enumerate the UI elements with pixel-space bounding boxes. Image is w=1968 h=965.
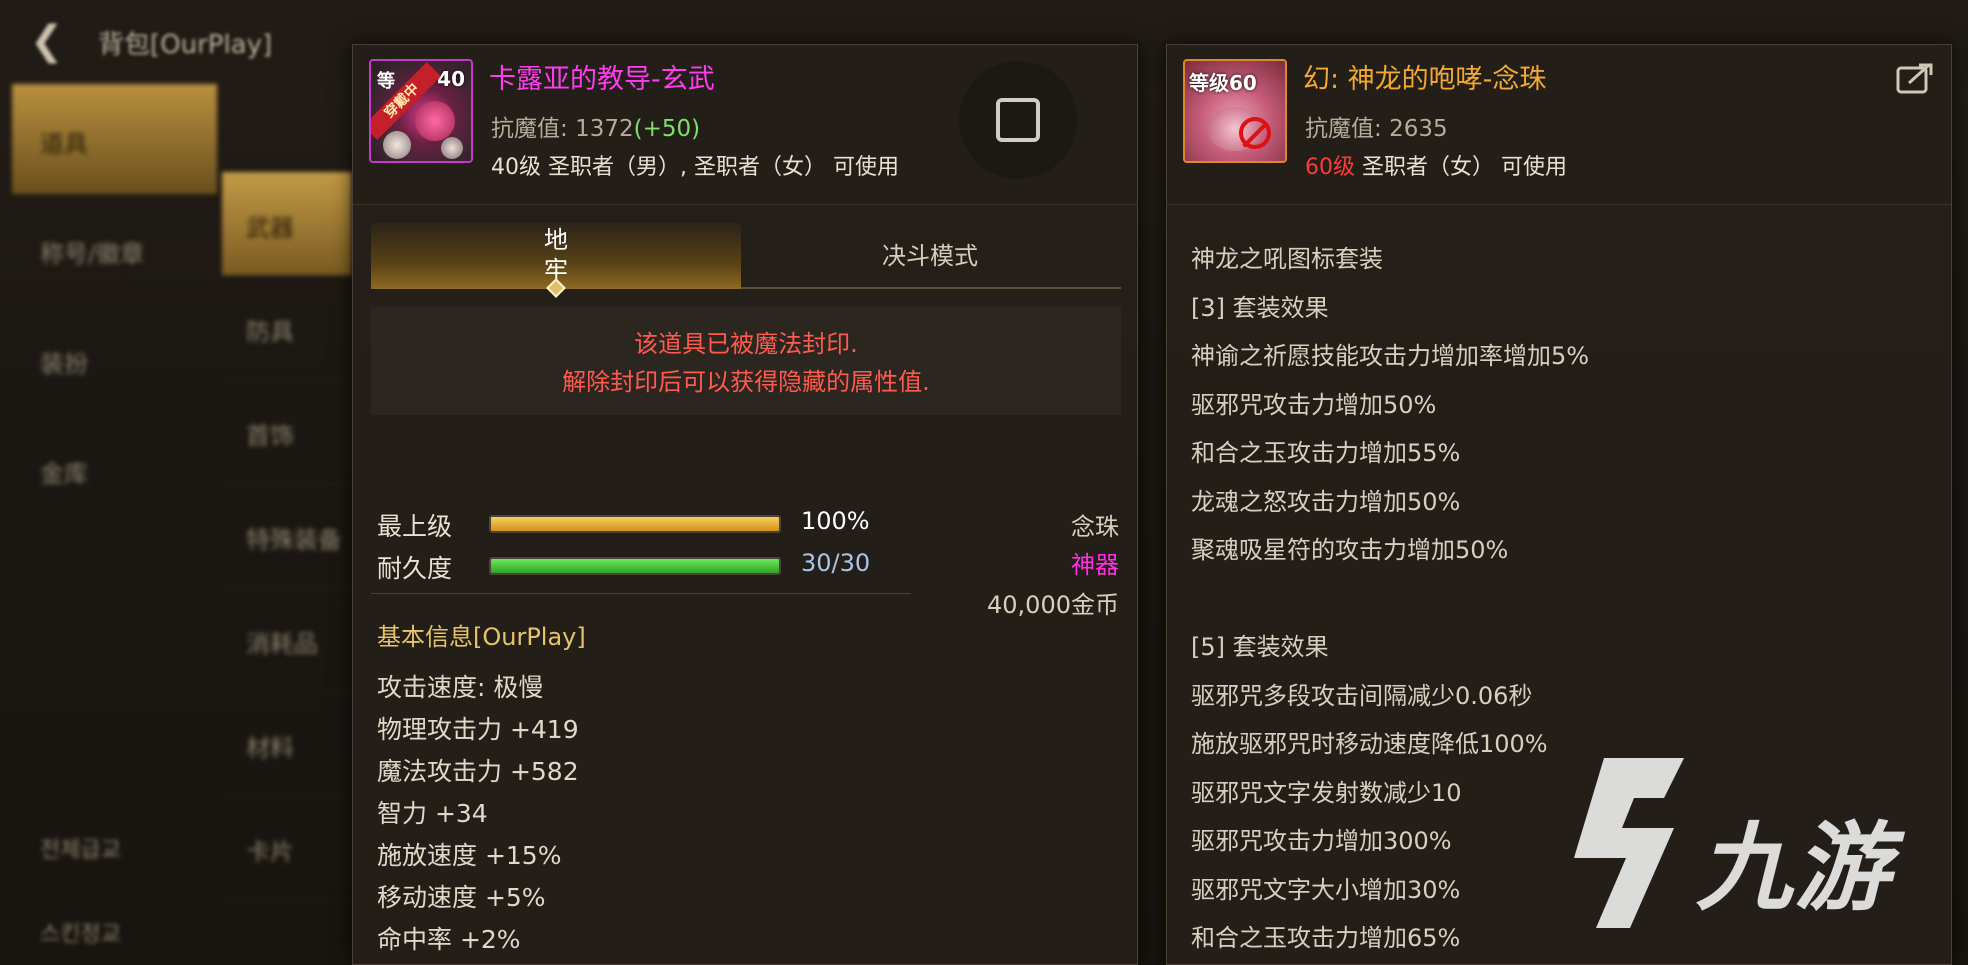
equipped-item-tooltip: 等 40 穿戴中 卡露亚的教导-玄武 抗魔值: 1372(+50) 40级 圣职… <box>352 44 1138 965</box>
set-effect-header: [5] 套装效果 <box>1191 633 1329 661</box>
subcategory-accessory[interactable]: 首饰 <box>222 380 352 484</box>
back-arrow-icon[interactable]: ❮ <box>30 18 64 64</box>
bead-weapon-icon: 等 40 穿戴中 <box>369 59 473 163</box>
unusable-icon <box>1239 117 1271 149</box>
usable-classes: 60级 圣职者（女） 可使用 <box>1305 149 1567 181</box>
icon-level: 等级60 <box>1189 71 1257 95</box>
subcategory-special[interactable]: 特殊装备 <box>222 484 352 588</box>
category-avatar[interactable]: 装扮 <box>12 304 217 414</box>
magic-resist-label: 抗魔值: <box>491 116 576 142</box>
item-name: 卡露亚的教导-玄武 <box>489 64 715 95</box>
tab-dungeon-label: 地牢 <box>544 226 568 284</box>
weapon-type: 念珠 <box>1071 513 1119 541</box>
stat-list: 攻击速度: 极慢 物理攻击力 +419 魔法攻击力 +582 智力 +34 施放… <box>377 667 579 961</box>
set-effect-line: 驱邪咒文字发射数减少10 <box>1191 778 1462 807</box>
checkbox-icon <box>996 98 1040 142</box>
stat-line: 物理攻击力 +419 <box>377 715 579 744</box>
grade-value: 100% <box>801 507 870 535</box>
category-vault[interactable]: 金库 <box>12 414 217 524</box>
set-effect-line: 神谕之祈愿技能攻击力增加率增加5% <box>1191 342 1590 370</box>
required-level: 60级 <box>1305 155 1355 180</box>
tooltip-header: 等 40 穿戴中 卡露亚的教导-玄武 抗魔值: 1372(+50) 40级 圣职… <box>353 45 1137 205</box>
set-effect-line: 施放驱邪咒时移动速度降低100% <box>1191 730 1548 758</box>
mode-tabs: 地牢 决斗模式 <box>371 223 1121 298</box>
bg-korean-label: 전체급교 <box>40 838 121 863</box>
stat-line: 移动速度 +5% <box>377 883 546 912</box>
subcategory-consumable[interactable]: 消耗品 <box>222 588 352 692</box>
basic-info-title: 基本信息[OurPlay] <box>377 623 586 651</box>
usable-classes: 40级 圣职者（男）, 圣职者（女） 可使用 <box>491 155 899 180</box>
magic-resist-value: 2635 <box>1389 116 1448 142</box>
set-effect-line: 驱邪咒多段攻击间隔减少0.06秒 <box>1191 681 1533 710</box>
stat-line: 命中率 +2% <box>377 925 521 954</box>
set-effect-line: 驱邪咒攻击力增加50% <box>1191 390 1437 419</box>
set-name: 神龙之吼图标套装 <box>1191 245 1383 273</box>
set-effect-line: 龙魂之怒攻击力增加50% <box>1191 487 1461 516</box>
set-effect-line: 驱邪咒攻击力增加300% <box>1191 827 1452 855</box>
durability-bar <box>489 557 781 575</box>
item-name: 幻: 神龙的咆哮-念珠 <box>1303 64 1547 95</box>
subcategory-armor[interactable]: 防具 <box>222 276 352 380</box>
usable-class-text: 圣职者（女） 可使用 <box>1355 155 1567 180</box>
tooltip-header: 等级60 幻: 神龙的咆哮-念珠 抗魔值: 2635 60级 圣职者（女） 可使… <box>1167 45 1951 205</box>
seal-notice: 该道具已被魔法封印. 解除封印后可以获得隐藏的属性值. <box>371 307 1121 415</box>
grade-bar <box>489 515 781 533</box>
subcategory-weapon[interactable]: 武器 <box>222 172 352 276</box>
icon-level-prefix: 等 <box>377 71 395 92</box>
subcategory-card[interactable]: 卡片 <box>222 796 352 900</box>
share-icon[interactable] <box>1895 61 1935 97</box>
lock-button[interactable] <box>959 61 1077 179</box>
grade-label: 最上级 <box>377 512 453 541</box>
grade-bar-fill <box>491 517 779 531</box>
dragon-bead-icon: 等级60 <box>1183 59 1287 163</box>
watermark-text: 九游 <box>1696 812 1892 924</box>
set-spacer <box>1191 575 1589 624</box>
rarity-label: 神器 <box>1071 551 1119 579</box>
stat-line: 攻击速度: 极慢 <box>377 673 544 702</box>
stat-line: 魔法攻击力 +582 <box>377 757 579 786</box>
durability-bar-fill <box>491 559 779 573</box>
magic-resist: 抗魔值: 1372(+50) <box>491 109 700 143</box>
set-effect-line: 和合之玉攻击力增加55% <box>1191 439 1461 467</box>
seal-notice-line: 解除封印后可以获得隐藏的属性值. <box>562 368 930 396</box>
stat-line: 施放速度 +15% <box>377 841 562 870</box>
stat-line: 智力 +34 <box>377 799 488 828</box>
subcategory-material[interactable]: 材料 <box>222 692 352 796</box>
durability-label: 耐久度 <box>377 554 453 583</box>
magic-resist-label: 抗魔值: <box>1305 116 1390 142</box>
set-effect-line: 聚魂吸星符的攻击力增加50% <box>1191 536 1509 564</box>
category-titles[interactable]: 称号/徽章 <box>12 194 217 304</box>
set-effect-line: 驱邪咒文字大小增加30% <box>1191 875 1461 904</box>
seal-notice-line: 该道具已被魔法封印. <box>634 330 858 358</box>
magic-resist-value: 1372 <box>575 116 634 142</box>
magic-resist-bonus: (+50) <box>633 116 701 142</box>
durability-value: 30/30 <box>801 549 871 577</box>
divider <box>371 593 911 594</box>
set-effect-list: 神龙之吼图标套装 [3] 套装效果 神谕之祈愿技能攻击力增加率增加5% 驱邪咒攻… <box>1191 235 1589 963</box>
grade-row: 最上级 100% <box>377 507 977 543</box>
set-effect-header: [3] 套装效果 <box>1191 293 1329 322</box>
tab-duel[interactable]: 决斗模式 <box>745 223 1115 289</box>
inventory-title: 背包[OurPlay] <box>98 30 273 60</box>
magic-resist: 抗魔值: 2635 <box>1305 109 1448 143</box>
durability-row: 耐久度 30/30 <box>377 549 977 585</box>
category-items[interactable]: 道具 <box>12 84 217 194</box>
bg-korean-label: 스킨정교 <box>40 922 121 947</box>
price-label: 40,000金币 <box>987 591 1119 619</box>
set-effect-line: 和合之玉攻击力增加65% <box>1191 924 1461 952</box>
icon-level: 40 <box>437 67 465 91</box>
